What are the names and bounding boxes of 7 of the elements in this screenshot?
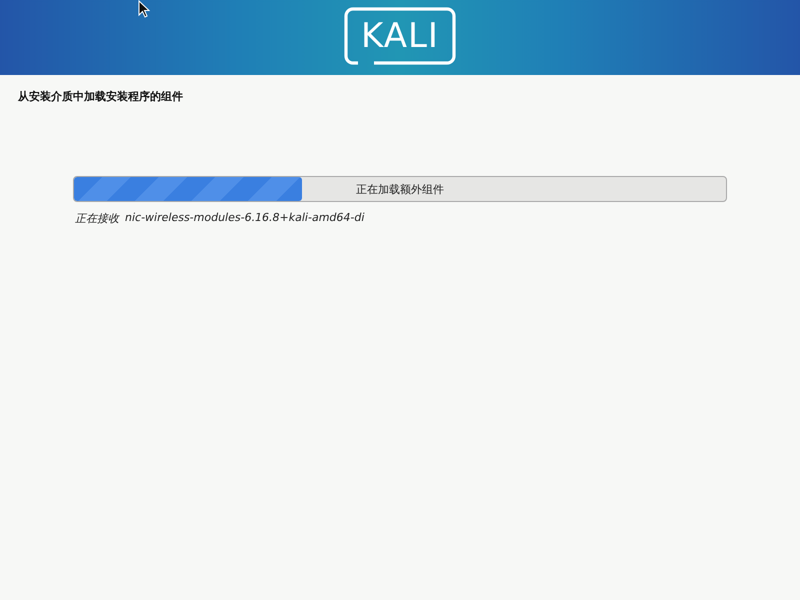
mouse-cursor-icon [138, 0, 150, 18]
logo-text: KALI [361, 18, 439, 52]
status-action: 正在接收 [75, 211, 119, 226]
progress-label: 正在加载额外组件 [356, 182, 444, 196]
logo-frame-icon [344, 6, 456, 64]
step-title: 从安装介质中加载安装程序的组件 [18, 89, 184, 104]
status-file: nic-wireless-modules-6.16.8+kali-amd64-di [125, 211, 364, 226]
